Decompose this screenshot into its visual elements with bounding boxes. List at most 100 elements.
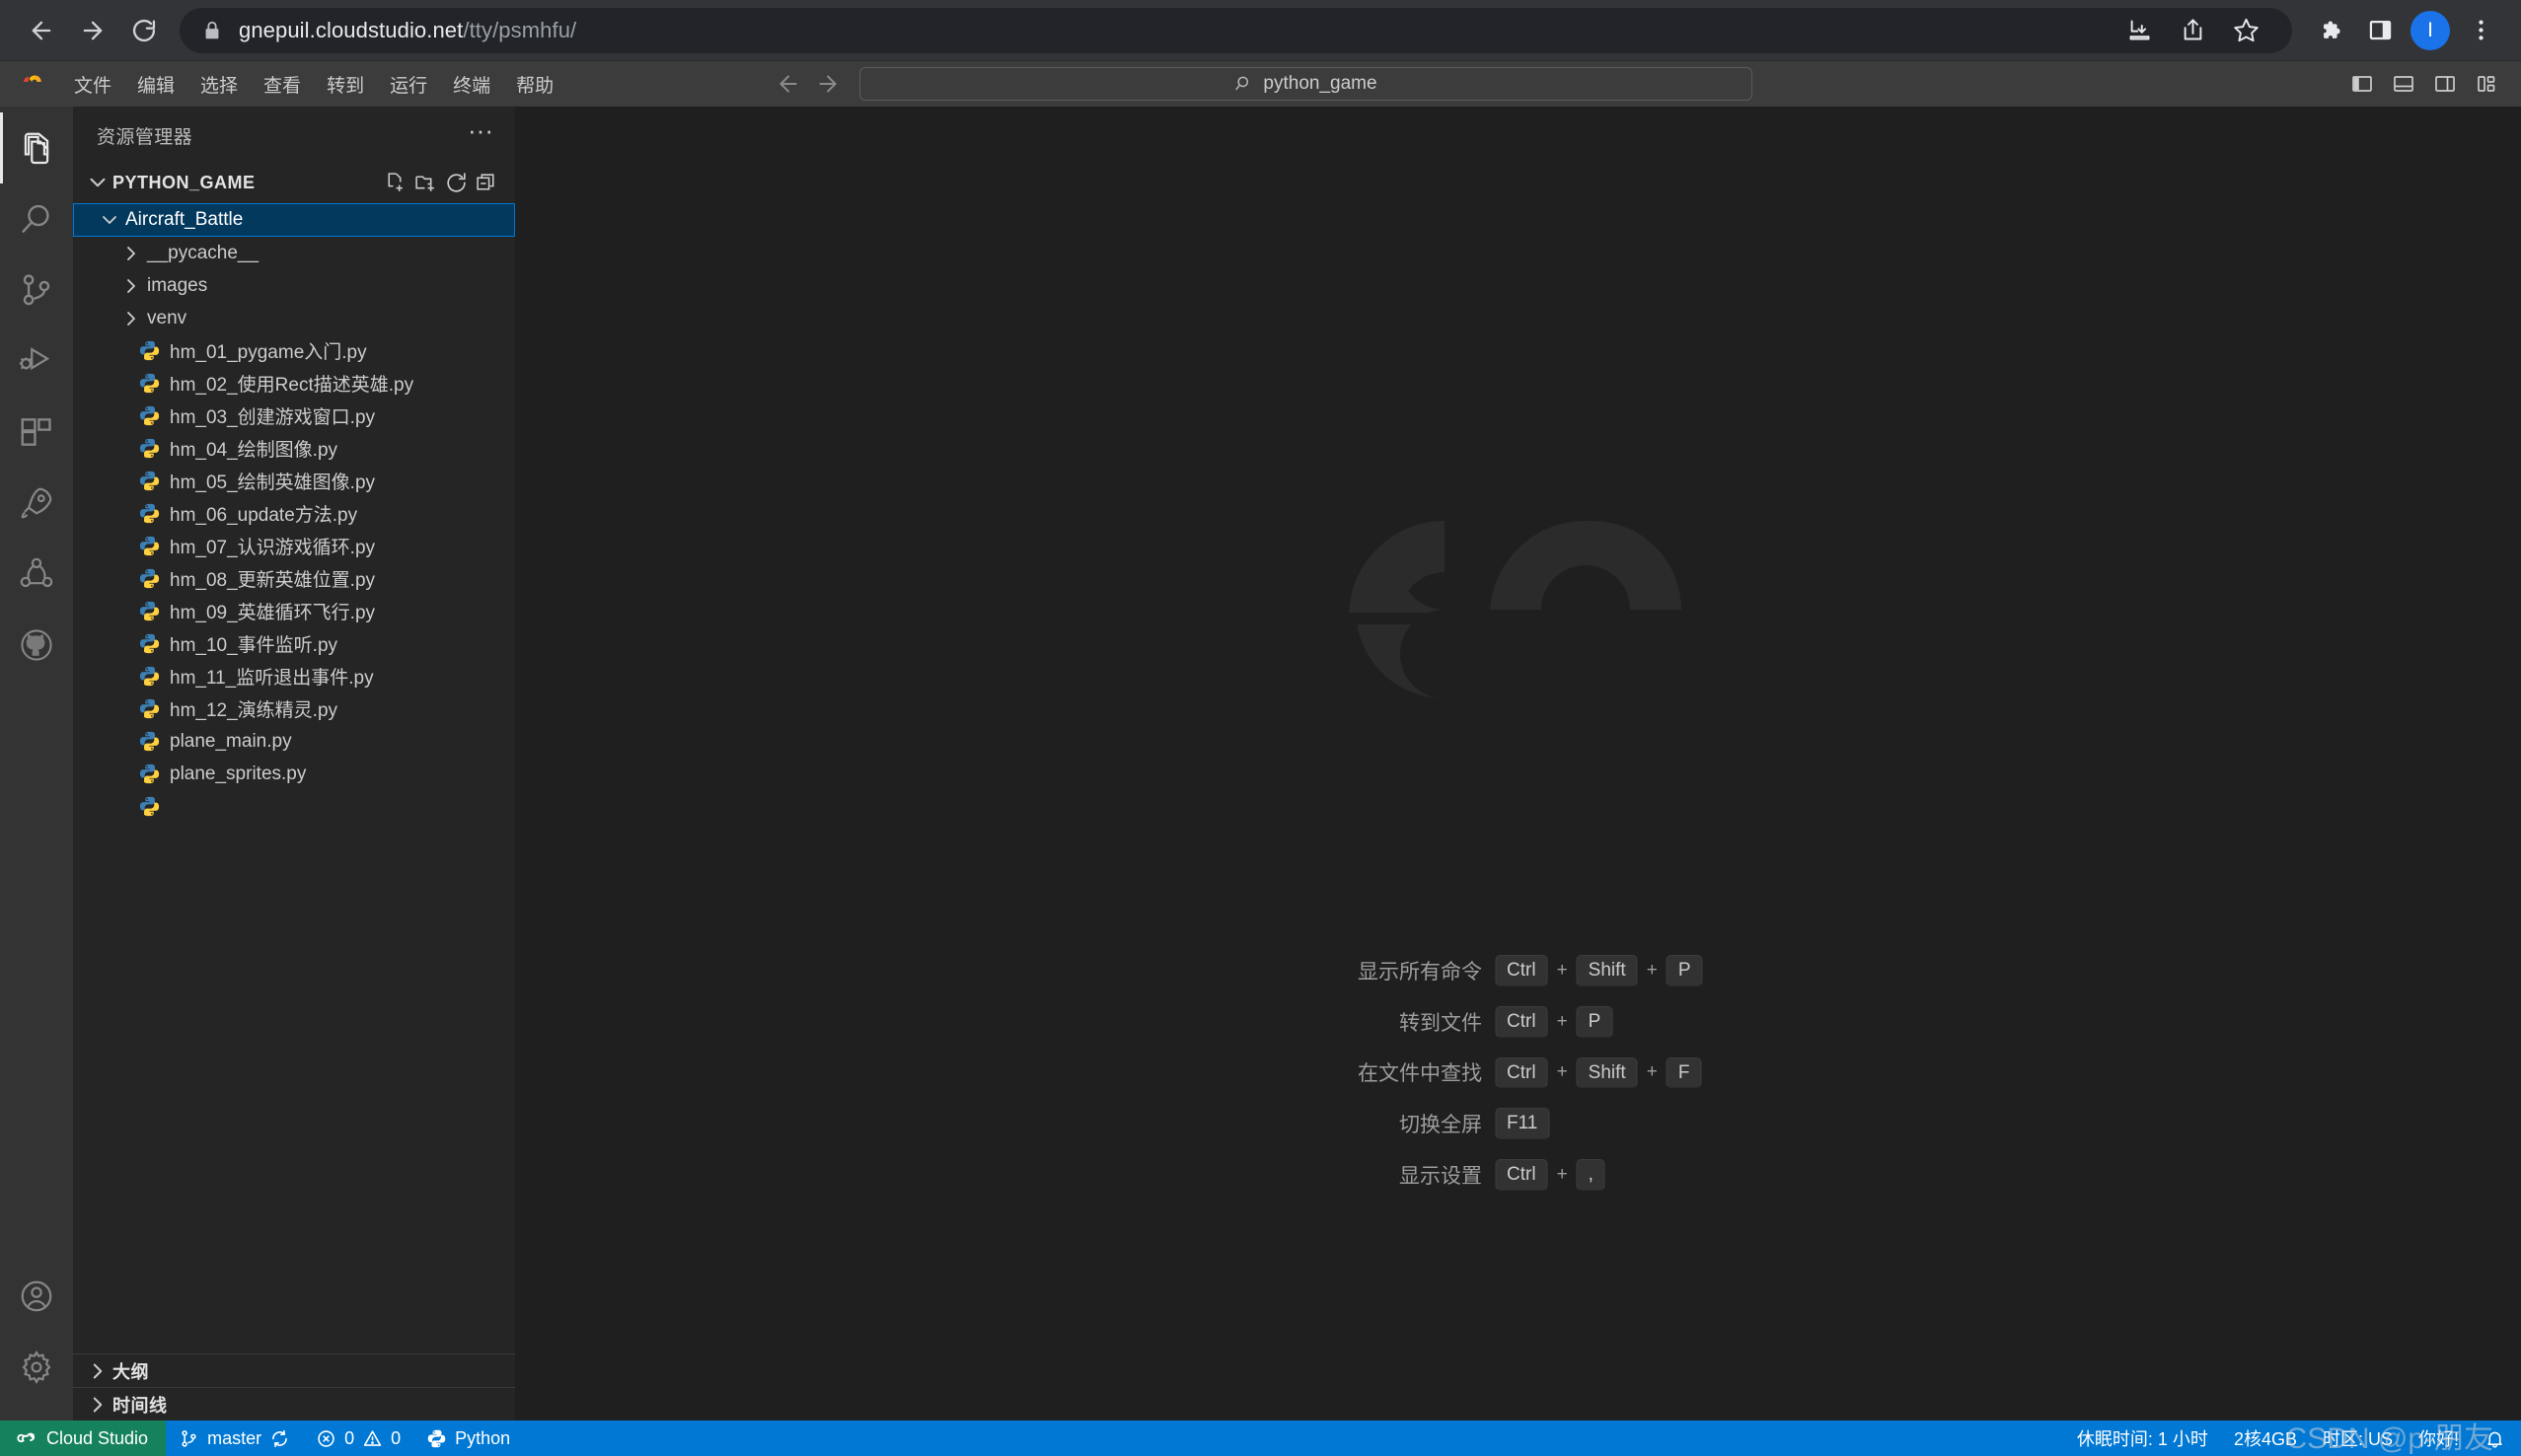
tree-item-file[interactable]: plane_sprites.py bbox=[73, 758, 515, 790]
address-bar[interactable]: gnepuil.cloudstudio.net/tty/psmhfu/ bbox=[180, 6, 2292, 55]
sidebar-section-outline[interactable]: 大纲 bbox=[73, 1353, 515, 1387]
application-window: gnepuil.cloudstudio.net/tty/psmhfu/ I 文件… bbox=[0, 0, 2521, 1456]
customize-layout-button[interactable] bbox=[2468, 67, 2505, 101]
tree-item-file[interactable]: hm_12_演练精灵.py bbox=[73, 692, 515, 725]
refresh-icon[interactable] bbox=[444, 171, 469, 195]
menu-terminal[interactable]: 终端 bbox=[440, 67, 503, 102]
activity-item-explorer[interactable] bbox=[0, 112, 73, 183]
tree-item-folder[interactable]: Aircraft_Battle bbox=[73, 203, 515, 237]
sidebar-section-timeline[interactable]: 时间线 bbox=[73, 1387, 515, 1420]
status-notifications[interactable] bbox=[2472, 1420, 2521, 1456]
collapse-all-icon[interactable] bbox=[475, 171, 499, 195]
menu-run[interactable]: 运行 bbox=[377, 67, 440, 102]
titlebar-forward-arrow-icon[interactable] bbox=[815, 71, 841, 97]
workbench: 资源管理器 ··· PYTHON_GAME Aircraft_Battle __… bbox=[0, 107, 2521, 1420]
new-file-icon[interactable] bbox=[383, 171, 408, 195]
menu-file[interactable]: 文件 bbox=[61, 67, 124, 102]
status-sleep-time[interactable]: 休眠时间: 1 小时 bbox=[2064, 1420, 2221, 1456]
python-icon bbox=[139, 536, 160, 556]
account-icon bbox=[21, 1280, 52, 1312]
status-problems[interactable]: 0 0 bbox=[303, 1420, 413, 1456]
layout-controls bbox=[2343, 67, 2521, 101]
three-dots-menu-icon[interactable] bbox=[2456, 6, 2505, 55]
side-panel-icon[interactable] bbox=[2355, 6, 2405, 55]
tree-item-label: images bbox=[147, 274, 208, 296]
toggle-secondary-sidebar-button[interactable] bbox=[2426, 67, 2464, 101]
menu-view[interactable]: 查看 bbox=[251, 67, 314, 102]
shortcut-label: 切换全屏 bbox=[1399, 1114, 1482, 1137]
tree-item-file[interactable]: hm_08_更新英雄位置.py bbox=[73, 562, 515, 595]
sync-icon bbox=[272, 1429, 287, 1447]
tree-item-folder[interactable]: venv bbox=[73, 302, 515, 334]
status-sleep-time-label: 休眠时间: 1 小时 bbox=[2076, 1429, 2208, 1449]
activity-item-search[interactable] bbox=[0, 183, 73, 255]
activity-item-deploy[interactable] bbox=[0, 468, 73, 539]
omnibox-actions bbox=[2114, 6, 2270, 55]
tree-item-folder[interactable]: __pycache__ bbox=[73, 237, 515, 269]
star-icon[interactable] bbox=[2221, 6, 2270, 55]
command-center[interactable]: python_game bbox=[859, 67, 1752, 101]
tree-item-file[interactable]: hm_03_创建游戏窗口.py bbox=[73, 400, 515, 432]
python-icon bbox=[139, 601, 160, 621]
menu-go[interactable]: 转到 bbox=[314, 67, 377, 102]
activity-item-collaborate[interactable] bbox=[0, 539, 73, 610]
status-greeting[interactable]: 你好! bbox=[2406, 1420, 2472, 1456]
status-branch[interactable]: master bbox=[166, 1420, 303, 1456]
new-folder-icon[interactable] bbox=[413, 171, 438, 195]
chevron-right-icon bbox=[127, 246, 135, 260]
toggle-panel-button[interactable] bbox=[2385, 67, 2422, 101]
activity-bar bbox=[0, 107, 73, 1420]
tree-item-folder[interactable]: images bbox=[73, 269, 515, 302]
browser-reload-button[interactable] bbox=[118, 5, 170, 56]
key-separator: + bbox=[1556, 1061, 1568, 1083]
status-cloud-studio[interactable]: Cloud Studio bbox=[0, 1420, 167, 1456]
tree-item-file[interactable]: plane_main.py bbox=[73, 725, 515, 758]
activity-item-settings[interactable] bbox=[0, 1332, 73, 1403]
shortcut-row: 在文件中查找 Ctrl + Shift + F bbox=[1285, 1056, 1751, 1089]
activity-item-source-control[interactable] bbox=[0, 255, 73, 326]
tree-item-file[interactable]: hm_07_认识游戏循环.py bbox=[73, 530, 515, 562]
python-icon bbox=[139, 373, 160, 394]
activity-item-github[interactable] bbox=[0, 610, 73, 681]
tree-item-file[interactable]: hm_10_事件监听.py bbox=[73, 627, 515, 660]
status-language[interactable]: Python bbox=[413, 1420, 523, 1456]
profile-avatar[interactable]: I bbox=[2410, 10, 2450, 50]
share-icon[interactable] bbox=[2168, 6, 2217, 55]
sidebar-header: 资源管理器 ··· bbox=[73, 107, 515, 164]
tree-item-file[interactable]: hm_02_使用Rect描述英雄.py bbox=[73, 367, 515, 400]
status-timezone[interactable]: 时区: US bbox=[2310, 1420, 2406, 1456]
tree-item-file[interactable]: hm_05_绘制英雄图像.py bbox=[73, 465, 515, 497]
tree-item-label: venv bbox=[147, 307, 187, 328]
status-spec[interactable]: 2核4GB bbox=[2221, 1420, 2310, 1456]
explorer-actions bbox=[383, 171, 515, 195]
activity-item-accounts[interactable] bbox=[0, 1261, 73, 1332]
explorer-project-header[interactable]: PYTHON_GAME bbox=[73, 164, 515, 201]
browser-forward-button[interactable] bbox=[67, 5, 118, 56]
extensions-puzzle-icon[interactable] bbox=[2306, 6, 2355, 55]
shortcut-row: 切换全屏 F11 bbox=[1285, 1108, 1751, 1139]
tree-item-file[interactable] bbox=[73, 790, 515, 823]
menu-help[interactable]: 帮助 bbox=[503, 67, 566, 102]
tree-item-label: plane_sprites.py bbox=[170, 763, 307, 784]
activity-item-run-and-debug[interactable] bbox=[0, 326, 73, 397]
tree-item-file[interactable]: hm_09_英雄循环飞行.py bbox=[73, 595, 515, 627]
key-cap: Ctrl bbox=[1495, 955, 1548, 986]
shortcut-row: 显示所有命令 Ctrl + Shift + P bbox=[1285, 955, 1751, 986]
activity-item-extensions[interactable] bbox=[0, 397, 73, 468]
sidebar-more-actions-button[interactable]: ··· bbox=[456, 117, 505, 153]
key-separator: + bbox=[1556, 1163, 1568, 1185]
tree-item-file[interactable]: hm_06_update方法.py bbox=[73, 497, 515, 530]
project-name: PYTHON_GAME bbox=[112, 172, 256, 192]
toggle-primary-sidebar-button[interactable] bbox=[2343, 67, 2381, 101]
explorer-sidebar: 资源管理器 ··· PYTHON_GAME Aircraft_Battle __… bbox=[73, 107, 515, 1420]
shortcut-keys: F11 bbox=[1495, 1108, 1751, 1139]
tree-item-file[interactable]: hm_11_监听退出事件.py bbox=[73, 660, 515, 692]
tree-item-file[interactable]: hm_01_pygame入门.py bbox=[73, 334, 515, 367]
menu-selection[interactable]: 选择 bbox=[187, 67, 251, 102]
browser-back-button[interactable] bbox=[16, 5, 67, 56]
shortcut-keys: Ctrl + P bbox=[1495, 1005, 1751, 1038]
titlebar-back-arrow-icon[interactable] bbox=[776, 71, 801, 97]
menu-edit[interactable]: 编辑 bbox=[124, 67, 187, 102]
install-app-icon[interactable] bbox=[2114, 6, 2164, 55]
tree-item-file[interactable]: hm_04_绘制图像.py bbox=[73, 432, 515, 465]
